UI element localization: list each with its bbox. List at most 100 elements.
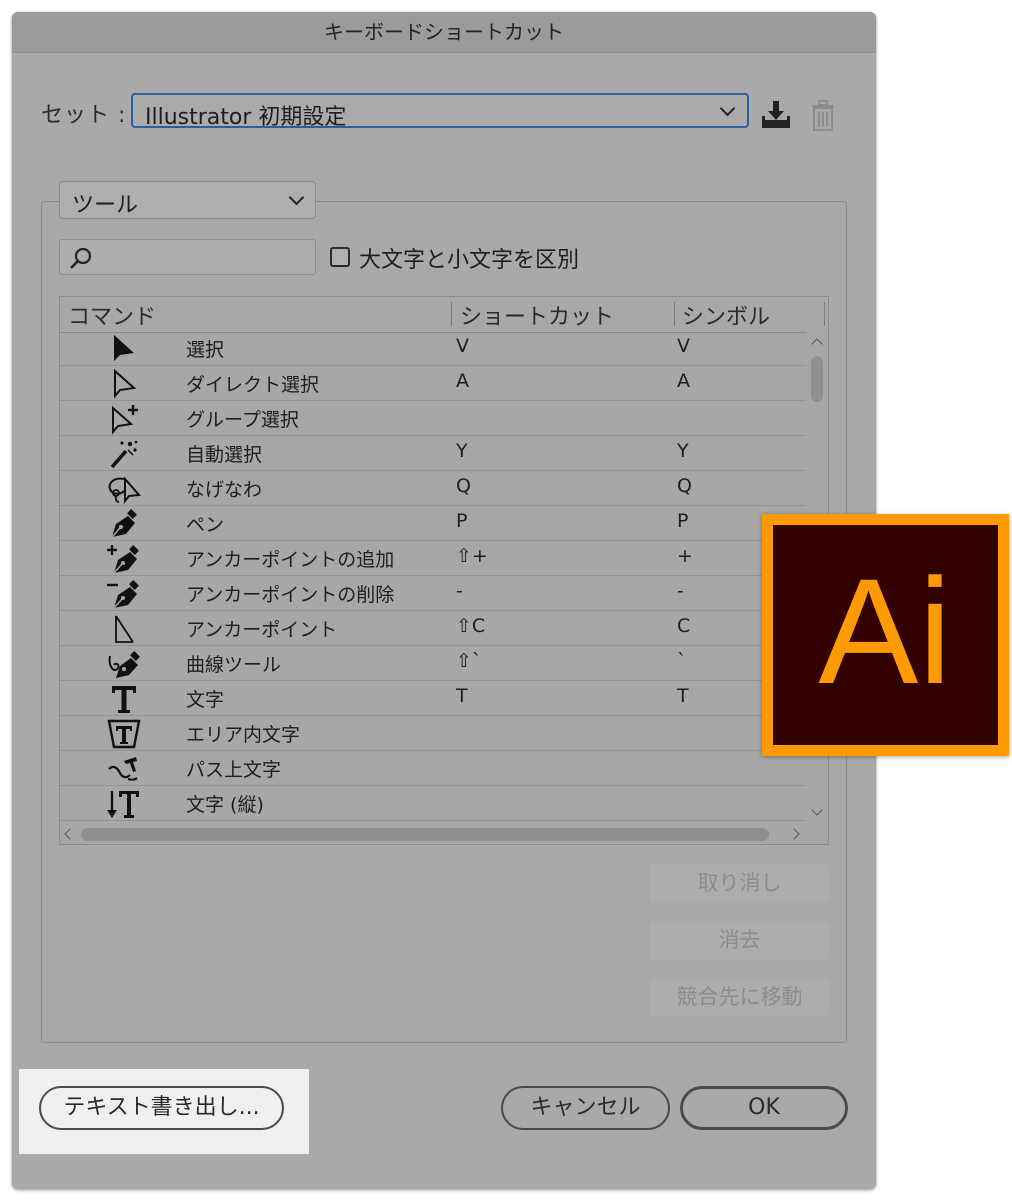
set-dropdown-value: Illustrator 初期設定 <box>145 105 347 130</box>
ai-logo-glyph: Ai <box>818 547 951 715</box>
illustrator-logo-inner: Ai <box>773 525 998 745</box>
shortcut-key[interactable]: - <box>456 580 463 602</box>
column-header-symbol[interactable]: シンボル <box>682 299 770 331</box>
symbol-key: C <box>677 615 691 637</box>
save-download-icon <box>762 101 790 128</box>
column-divider[interactable] <box>824 302 825 326</box>
horizontal-scroll-thumb[interactable] <box>81 828 769 841</box>
scroll-down-icon[interactable] <box>811 804 823 816</box>
shortcut-key[interactable]: V <box>456 335 469 357</box>
search-icon <box>70 247 92 269</box>
table-row[interactable]: 自動選択 Y Y <box>60 437 806 471</box>
set-label: セット : <box>41 103 127 128</box>
direct-selection-icon <box>114 368 137 399</box>
symbol-key: T <box>677 685 689 707</box>
table-row[interactable]: グループ選択 <box>60 402 806 436</box>
curvature-icon <box>108 651 140 678</box>
command-name: ペン <box>186 514 225 536</box>
table-row[interactable]: アンカーポイント ⇧C C <box>60 612 806 646</box>
keyboard-shortcuts-dialog: キーボードショートカット セット : Illustrator 初期設定 ツール <box>12 12 876 1189</box>
table-row[interactable]: アンカーポイントの削除 - - <box>60 577 806 611</box>
horizontal-scrollbar[interactable] <box>60 823 828 844</box>
save-set-button[interactable] <box>760 100 792 134</box>
column-divider[interactable] <box>674 302 675 326</box>
trash-icon <box>812 100 834 131</box>
symbol-key: P <box>677 510 689 532</box>
symbol-key: - <box>677 580 684 602</box>
column-divider[interactable] <box>451 302 452 326</box>
scroll-right-icon[interactable] <box>788 828 800 840</box>
magic-wand-icon <box>110 440 138 469</box>
scroll-up-icon[interactable] <box>811 338 823 350</box>
command-name: エリア内文字 <box>186 724 301 746</box>
pen-icon <box>111 509 137 538</box>
table-row[interactable]: 文字 (縦) <box>60 787 806 821</box>
command-name: 選択 <box>186 339 225 361</box>
category-dropdown[interactable]: ツール <box>59 181 316 219</box>
symbol-key: Y <box>677 440 689 462</box>
dialog-title: キーボードショートカット <box>12 12 876 53</box>
type-icon <box>112 686 136 713</box>
table-row[interactable]: なげなわ Q Q <box>60 472 806 506</box>
export-text-button[interactable]: テキスト書き出し... <box>39 1086 284 1130</box>
go-to-conflict-button[interactable]: 競合先に移動 <box>650 979 829 1016</box>
shortcut-key[interactable]: ⇧+ <box>456 545 488 567</box>
symbol-key: A <box>677 370 690 392</box>
table-row[interactable]: 文字 T T <box>60 682 806 716</box>
command-name: グループ選択 <box>186 409 299 431</box>
vertical-scroll-thumb[interactable] <box>811 356 823 402</box>
category-dropdown-value: ツール <box>72 193 139 218</box>
undo-button[interactable]: 取り消し <box>650 865 829 902</box>
command-name: アンカーポイントの追加 <box>186 549 395 571</box>
symbol-key: Q <box>677 475 692 497</box>
case-sensitive-checkbox[interactable] <box>330 247 350 267</box>
illustrator-logo: Ai <box>762 514 1009 756</box>
delete-anchor-point-icon <box>107 580 139 609</box>
delete-set-button[interactable] <box>810 100 836 136</box>
scroll-left-icon[interactable] <box>64 828 76 840</box>
command-name: 文字 <box>186 689 225 711</box>
clear-button[interactable]: 消去 <box>650 922 829 959</box>
command-name: パス上文字 <box>186 759 282 781</box>
shortcut-key[interactable]: P <box>456 510 467 532</box>
vertical-type-icon <box>107 791 139 818</box>
table-row[interactable]: ペン P P <box>60 507 806 541</box>
chevron-down-icon <box>719 100 736 117</box>
table-row[interactable]: 選択 V V <box>60 332 806 366</box>
table-row[interactable]: エリア内文字 <box>60 717 806 751</box>
shortcut-key[interactable]: T <box>456 685 468 707</box>
column-header-shortcut[interactable]: ショートカット <box>460 299 614 331</box>
table-header: コマンド ショートカット シンボル <box>60 297 828 333</box>
command-name: アンカーポイント <box>186 619 338 641</box>
shortcut-key[interactable]: Q <box>456 475 471 497</box>
lasso-icon <box>108 476 142 504</box>
ai-logo-text: Ai <box>818 547 951 715</box>
cancel-button[interactable]: キャンセル <box>501 1086 670 1130</box>
ok-button[interactable]: OK <box>680 1086 848 1130</box>
add-anchor-point-icon <box>107 545 139 574</box>
command-name: 文字 (縦) <box>186 794 264 816</box>
shortcut-key[interactable]: ⇧` <box>456 650 481 672</box>
shortcut-key[interactable]: ⇧C <box>456 615 485 637</box>
command-name: 自動選択 <box>186 444 263 466</box>
table-row[interactable]: ダイレクト選択 A A <box>60 367 806 401</box>
search-input[interactable] <box>59 239 316 275</box>
case-sensitive-label: 大文字と小文字を区別 <box>359 248 580 273</box>
table-row[interactable]: アンカーポイントの追加 ⇧+ + <box>60 542 806 576</box>
area-type-icon <box>107 719 141 749</box>
set-dropdown[interactable]: Illustrator 初期設定 <box>131 93 749 130</box>
table-body: 選択 V V ダイレクト選択 A A グループ選択 自動選択 Y Y なげなわ … <box>60 332 806 823</box>
selection-arrow-icon <box>114 335 134 361</box>
table-row[interactable]: パス上文字 <box>60 752 806 786</box>
anchor-point-icon <box>115 615 134 643</box>
group-selection-icon <box>112 405 138 435</box>
command-name: ダイレクト選択 <box>186 374 320 396</box>
command-name: なげなわ <box>186 479 263 501</box>
column-header-command[interactable]: コマンド <box>68 299 156 331</box>
table-row[interactable]: 曲線ツール ⇧` ` <box>60 647 806 681</box>
shortcut-key[interactable]: Y <box>456 440 468 462</box>
shortcut-key[interactable]: A <box>456 370 469 392</box>
symbol-key: V <box>677 335 690 357</box>
shortcuts-table: コマンド ショートカット シンボル 選択 V V ダイレクト選択 A A グルー… <box>59 296 829 845</box>
command-name: 曲線ツール <box>186 654 282 676</box>
